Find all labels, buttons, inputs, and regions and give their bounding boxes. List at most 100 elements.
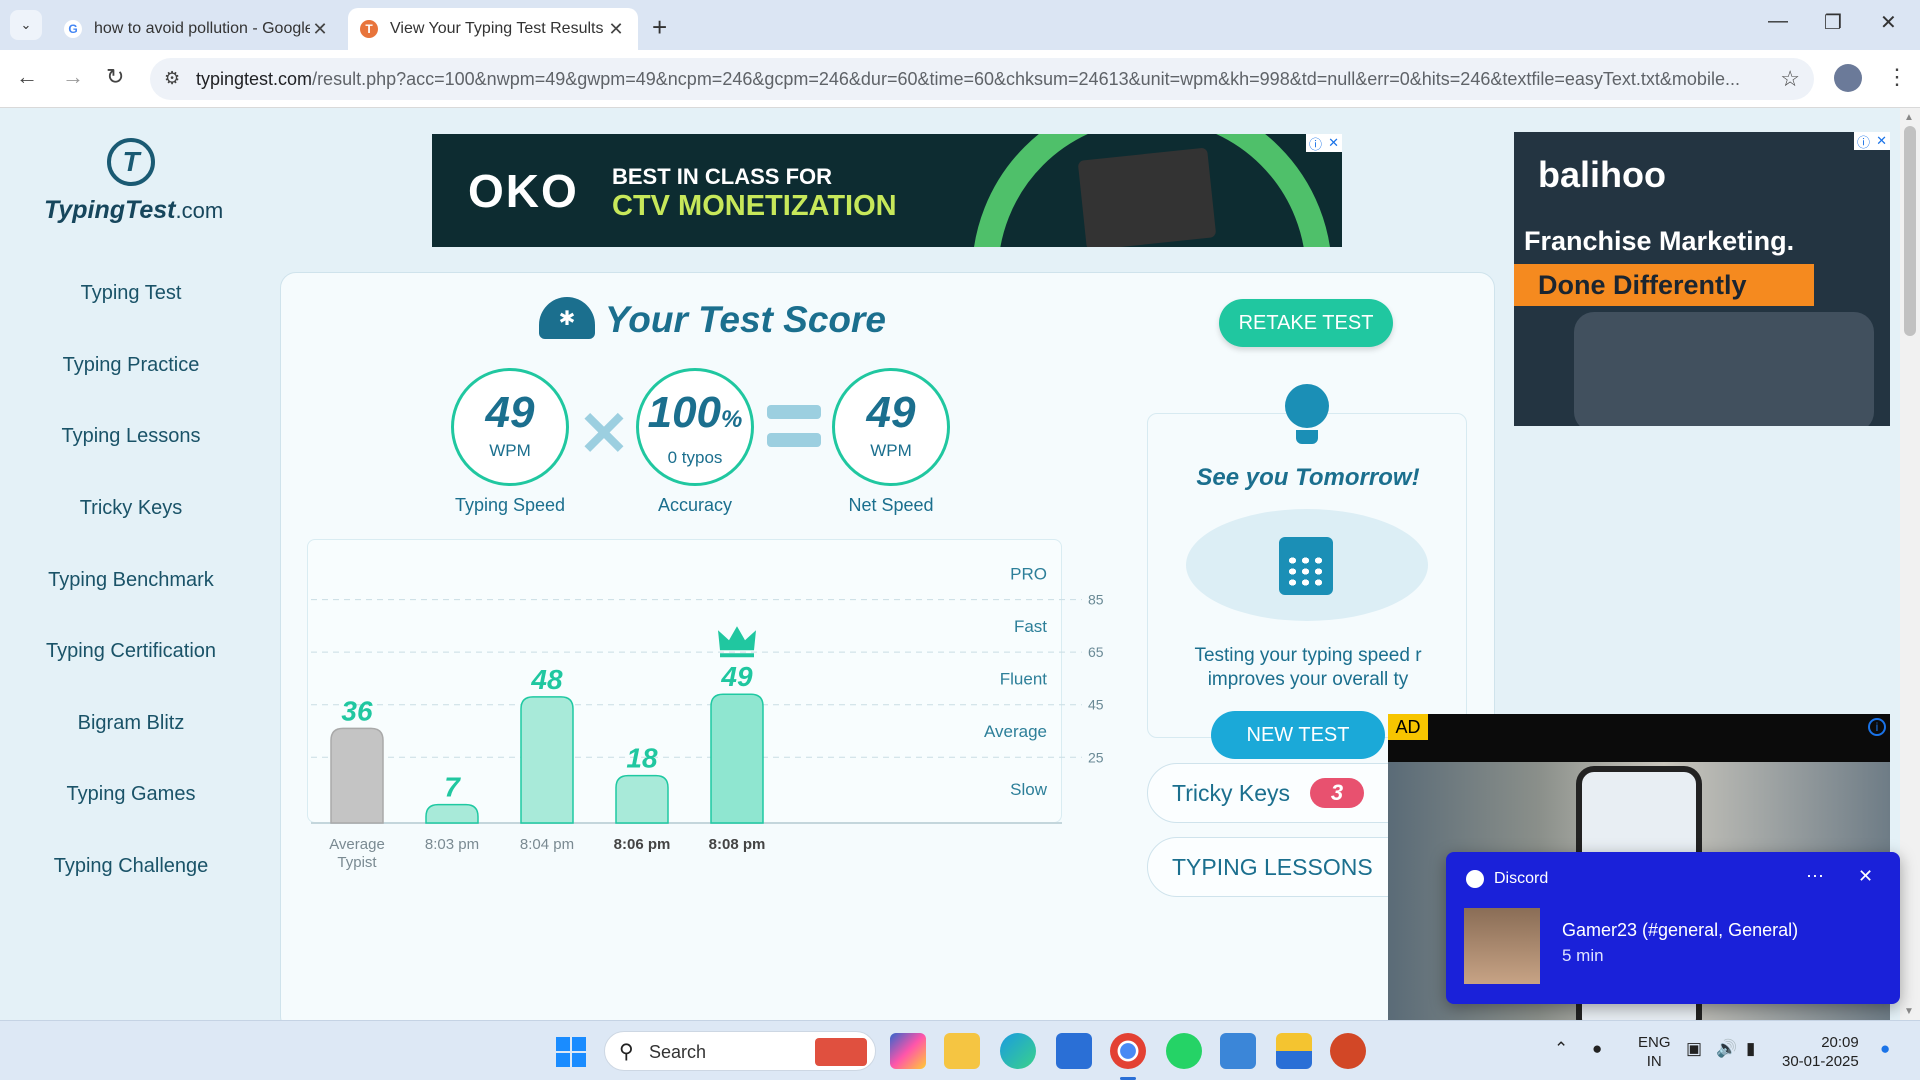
page-title: Your Test Score — [605, 299, 887, 340]
equals-icon — [767, 405, 821, 449]
net-speed-unit: WPM — [870, 441, 912, 460]
notification-more-icon[interactable]: ⋯ — [1806, 866, 1824, 887]
store-icon[interactable] — [1056, 1033, 1092, 1069]
system-clock[interactable]: 20:09 30-01-2025 — [1782, 1033, 1859, 1071]
security-icon[interactable]: ● — [1592, 1039, 1602, 1059]
tab-google-search[interactable]: G how to avoid pollution - Google ✕ — [52, 8, 342, 50]
chart-bar — [425, 803, 479, 824]
ad-banner-balihoo[interactable]: balihoo Franchise Marketing. Done Differ… — [1514, 132, 1890, 426]
notification-close-icon[interactable]: ✕ — [1858, 866, 1873, 887]
sidebar-item-typing-lessons[interactable]: Typing Lessons — [0, 401, 262, 473]
google-icon: G — [64, 20, 82, 38]
powerpoint-icon[interactable] — [1330, 1033, 1366, 1069]
language-indicator[interactable]: ENG IN — [1638, 1033, 1671, 1071]
tip-text: Testing your typing speed r improves you… — [1194, 645, 1422, 690]
ad-choices-icon[interactable]: ⓘ ✕ — [1854, 132, 1890, 150]
tab-close-icon[interactable]: ✕ — [606, 19, 626, 40]
chart-category-label: 8:03 pm — [425, 836, 479, 853]
chart-bar — [520, 696, 574, 824]
scrollbar-thumb[interactable] — [1904, 126, 1916, 336]
tricky-keys-label: Tricky Keys — [1172, 779, 1290, 806]
ad-headline: Franchise Marketing. — [1524, 226, 1795, 256]
bookmark-star-icon[interactable]: ☆ — [1780, 66, 1800, 92]
window-close-icon[interactable]: ✕ — [1880, 10, 1897, 35]
tab-search-chevron-down-icon[interactable]: ⌄ — [10, 10, 42, 40]
ad-info-icon[interactable]: i — [1868, 718, 1886, 736]
net-speed-circle: 49 WPM — [832, 368, 950, 486]
chart-category-label: Average — [329, 836, 385, 853]
retake-test-button[interactable]: RETAKE TEST — [1219, 299, 1393, 347]
chart-tick-label: 85 — [1088, 592, 1104, 608]
notification-message: Gamer23 (#general, General) — [1562, 920, 1799, 940]
reload-icon[interactable]: ↻ — [106, 64, 124, 90]
discord-notification[interactable]: Discord ⋯ ✕ Gamer23 (#general, General) … — [1446, 852, 1900, 1004]
edge-icon[interactable] — [1000, 1033, 1036, 1069]
search-highlight-image — [815, 1038, 867, 1066]
sidebar-item-typing-challenge[interactable]: Typing Challenge — [0, 831, 262, 903]
site-settings-icon[interactable]: ⚙ — [164, 68, 180, 89]
new-tab-plus-icon[interactable]: + — [652, 12, 667, 43]
accuracy-typos: 0 typos — [667, 448, 723, 467]
profile-avatar[interactable] — [1834, 64, 1862, 92]
speed-history-chart: 25 45 65 85 PRO Fast Fluent Average Slow 36 Averag… — [311, 564, 1104, 871]
whatsapp-icon[interactable] — [1166, 1033, 1202, 1069]
widgets-icon[interactable] — [1276, 1033, 1312, 1069]
calendar-icon — [1279, 537, 1333, 595]
accuracy-circle: 100% 0 typos — [636, 368, 754, 486]
windows-start-icon[interactable] — [556, 1037, 586, 1067]
sidebar-item-typing-games[interactable]: Typing Games — [0, 759, 262, 831]
site-logo[interactable]: TypingTest.com — [44, 196, 223, 225]
volume-icon[interactable]: 🔊 — [1716, 1039, 1737, 1059]
file-explorer-icon[interactable] — [944, 1033, 980, 1069]
address-bar[interactable]: ⚙ typingtest.com/result.php?acc=100&nwpm… — [150, 58, 1814, 100]
ad-brand: balihoo — [1538, 154, 1666, 195]
ad-keyboard-image — [1574, 312, 1874, 426]
typing-speed-circle: 49 WPM — [451, 368, 569, 486]
page-scrollbar[interactable]: ▲ ▼ — [1900, 108, 1920, 1020]
chart-data-label: 7 — [444, 772, 461, 803]
notification-app: Discord — [1466, 870, 1548, 888]
forward-icon[interactable]: → — [62, 64, 84, 90]
sidebar-item-typing-test[interactable]: Typing Test — [0, 258, 262, 330]
chart-bar — [615, 774, 669, 824]
restore-icon[interactable]: ❐ — [1824, 10, 1842, 35]
sidebar-item-typing-certification[interactable]: Typing Certification — [0, 616, 262, 688]
minimize-icon[interactable]: — — [1768, 10, 1788, 33]
chart-level-label: Average — [984, 722, 1047, 741]
search-icon: ⚲ — [619, 1041, 634, 1063]
chart-tick-label: 65 — [1088, 644, 1104, 660]
ad-tablet-image — [1077, 147, 1217, 247]
notification-bell-icon[interactable]: ● — [1880, 1039, 1890, 1059]
scroll-up-icon[interactable]: ▲ — [1904, 112, 1914, 123]
new-test-button[interactable]: NEW TEST — [1211, 711, 1385, 759]
ad-brand: OKO — [468, 165, 579, 217]
chrome-icon[interactable] — [1110, 1033, 1146, 1080]
browser-tab-bar: ⌄ G how to avoid pollution - Google ✕ T … — [0, 0, 1920, 50]
scroll-down-icon[interactable]: ▼ — [1904, 1006, 1914, 1017]
net-speed-value: 49 — [866, 388, 916, 437]
sidebar-item-tricky-keys[interactable]: Tricky Keys — [0, 473, 262, 545]
sidebar-item-typing-benchmark[interactable]: Typing Benchmark — [0, 544, 262, 616]
typingtest-logo-icon[interactable]: T — [107, 138, 155, 186]
url-text[interactable]: typingtest.com/result.php?acc=100&nwpm=4… — [196, 69, 1756, 90]
chart-tick-label: 25 — [1088, 749, 1104, 765]
sidebar-item-typing-practice[interactable]: Typing Practice — [0, 330, 262, 402]
ad-banner-oko[interactable]: OKO BEST IN CLASS FOR CTV MONETIZATION ⓘ… — [432, 134, 1342, 247]
photos-icon[interactable] — [1220, 1033, 1256, 1069]
sidebar-nav: Typing Test Typing Practice Typing Lesso… — [0, 258, 262, 902]
multiply-icon: ✕ — [578, 400, 630, 469]
menu-icon[interactable]: ⋮ — [1886, 64, 1908, 90]
typing-lessons-label: TYPING LESSONS — [1172, 853, 1373, 880]
back-icon[interactable]: ← — [16, 64, 38, 90]
taskbar-search[interactable]: ⚲ Search — [604, 1031, 876, 1071]
tab-typing-results[interactable]: T View Your Typing Test Results ✕ — [348, 8, 638, 50]
chart-tick-label: 45 — [1088, 697, 1104, 713]
lightbulb-icon — [1282, 384, 1332, 448]
tray-chevron-up-icon[interactable]: ⌃ — [1554, 1039, 1568, 1059]
tab-close-icon[interactable]: ✕ — [310, 19, 330, 40]
copilot-icon[interactable] — [890, 1033, 926, 1069]
sidebar-item-bigram-blitz[interactable]: Bigram Blitz — [0, 688, 262, 760]
battery-icon[interactable]: ▮ — [1746, 1039, 1755, 1059]
ad-choices-icon[interactable]: ⓘ ✕ — [1306, 134, 1342, 152]
network-icon[interactable]: ▣ — [1686, 1039, 1702, 1059]
